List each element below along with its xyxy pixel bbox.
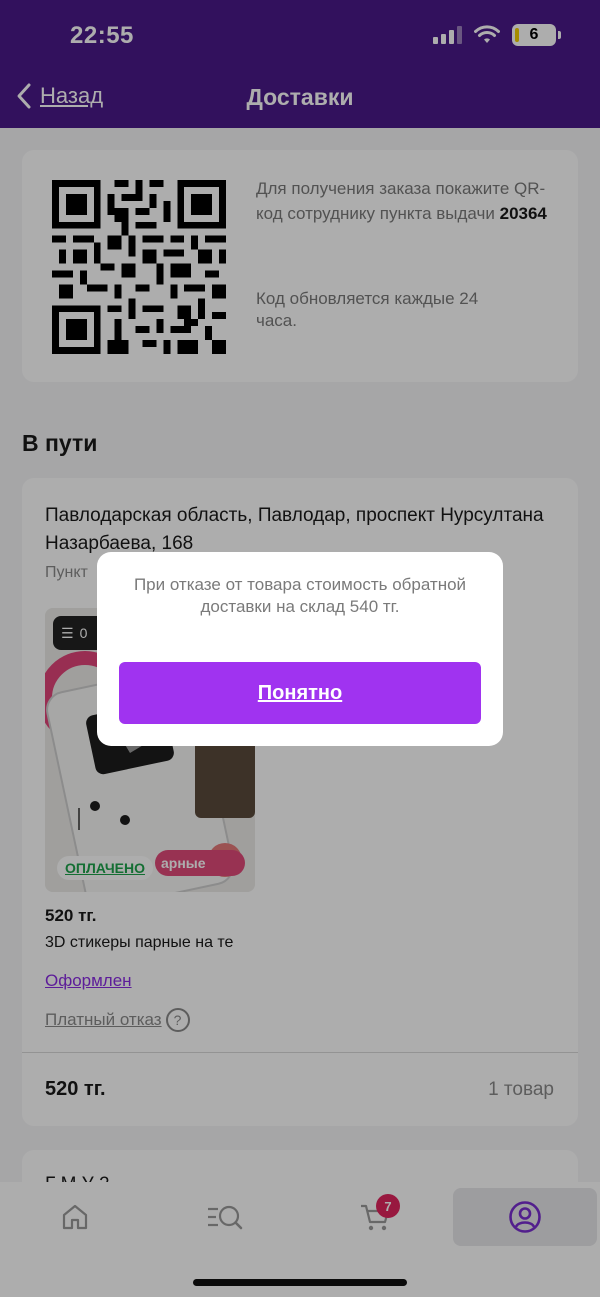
understood-button[interactable]: Понятно bbox=[119, 662, 481, 724]
return-cost-dialog: При отказе от товара стоимость обратной … bbox=[97, 552, 503, 746]
dialog-message: При отказе от товара стоимость обратной … bbox=[133, 575, 467, 616]
